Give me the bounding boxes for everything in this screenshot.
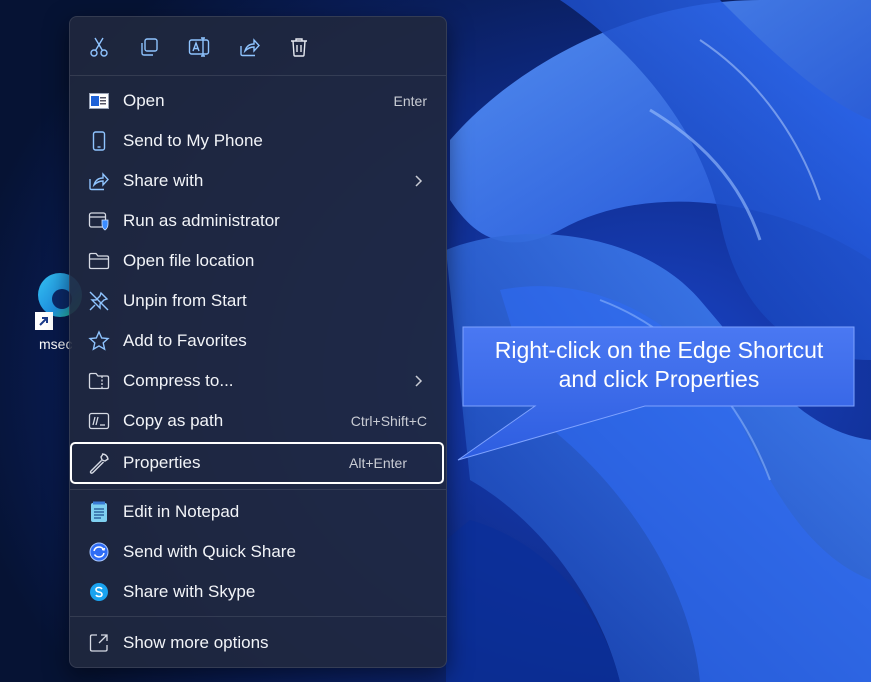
phone-icon <box>88 130 110 152</box>
menu-item-shortcut: Alt+Enter <box>349 455 407 471</box>
menu-item-label: Properties <box>123 453 201 472</box>
callout-line-1: Right-click on the Edge Shortcut <box>494 337 824 363</box>
callout-text: Right-click on the Edge Shortcut and cli… <box>464 336 854 394</box>
admin-shield-icon <box>88 210 110 232</box>
callout-line-2: and click Properties <box>558 366 760 392</box>
menu-item-open-file-location[interactable]: Open file location <box>70 241 446 281</box>
menu-separator <box>70 616 446 617</box>
menu-item-show-more-options[interactable]: Show more options <box>70 623 446 663</box>
copy-icon[interactable] <box>137 35 161 59</box>
menu-separator <box>70 75 446 76</box>
menu-item-label: Copy as path <box>123 411 224 430</box>
menu-item-copy-as-path[interactable]: Copy as path Ctrl+Shift+C <box>70 401 446 441</box>
menu-item-add-to-favorites[interactable]: Add to Favorites <box>70 321 446 361</box>
menu-item-properties[interactable]: Properties Alt+Enter <box>70 442 444 484</box>
menu-item-shortcut: Enter <box>393 93 427 109</box>
menu-item-label: Add to Favorites <box>123 331 247 350</box>
rename-icon[interactable] <box>187 35 211 59</box>
chevron-right-icon <box>415 375 423 387</box>
share-icon <box>88 170 110 192</box>
menu-item-label: Send to My Phone <box>123 131 263 150</box>
menu-item-edit-in-notepad[interactable]: Edit in Notepad <box>70 492 446 532</box>
shortcut-arrow-icon <box>35 312 53 330</box>
menu-separator <box>70 489 446 490</box>
cut-icon[interactable] <box>87 35 111 59</box>
menu-item-label: Run as administrator <box>123 211 280 230</box>
context-menu-toolbar <box>70 17 446 75</box>
unpin-icon <box>88 290 110 312</box>
chevron-right-icon <box>415 175 423 187</box>
share-icon[interactable] <box>237 35 261 59</box>
menu-item-send-to-my-phone[interactable]: Send to My Phone <box>70 121 446 161</box>
notepad-icon <box>88 501 110 523</box>
menu-item-label: Edit in Notepad <box>123 502 240 521</box>
menu-item-send-with-quick-share[interactable]: Send with Quick Share <box>70 532 446 572</box>
delete-icon[interactable] <box>287 35 311 59</box>
menu-item-label: Show more options <box>123 633 269 652</box>
path-icon <box>88 410 110 432</box>
menu-item-share-with[interactable]: Share with <box>70 161 446 201</box>
open-icon <box>88 90 110 112</box>
menu-item-shortcut: Ctrl+Shift+C <box>350 413 427 429</box>
menu-item-label: Send with Quick Share <box>123 542 296 561</box>
more-options-icon <box>88 632 110 654</box>
menu-item-label: Unpin from Start <box>123 291 247 310</box>
menu-item-compress-to[interactable]: Compress to... <box>70 361 446 401</box>
menu-item-share-with-skype[interactable]: Share with Skype <box>70 572 446 612</box>
menu-item-label: Open <box>123 91 165 110</box>
quick-share-icon <box>88 541 110 563</box>
menu-item-label: Share with <box>123 171 204 190</box>
desktop-icon-label: msec <box>39 336 73 352</box>
menu-item-run-as-administrator[interactable]: Run as administrator <box>70 201 446 241</box>
star-icon <box>88 330 110 352</box>
menu-item-label: Compress to... <box>123 371 234 390</box>
menu-item-label: Open file location <box>123 251 255 270</box>
menu-item-unpin-from-start[interactable]: Unpin from Start <box>70 281 446 321</box>
menu-item-open[interactable]: Open Enter <box>70 81 446 121</box>
wrench-icon <box>88 452 110 474</box>
context-menu: Open Enter Send to My Phone Share with R… <box>69 16 447 668</box>
zip-folder-icon <box>88 370 110 392</box>
menu-item-label: Share with Skype <box>123 582 256 601</box>
skype-icon <box>88 581 110 603</box>
folder-icon <box>88 250 110 272</box>
